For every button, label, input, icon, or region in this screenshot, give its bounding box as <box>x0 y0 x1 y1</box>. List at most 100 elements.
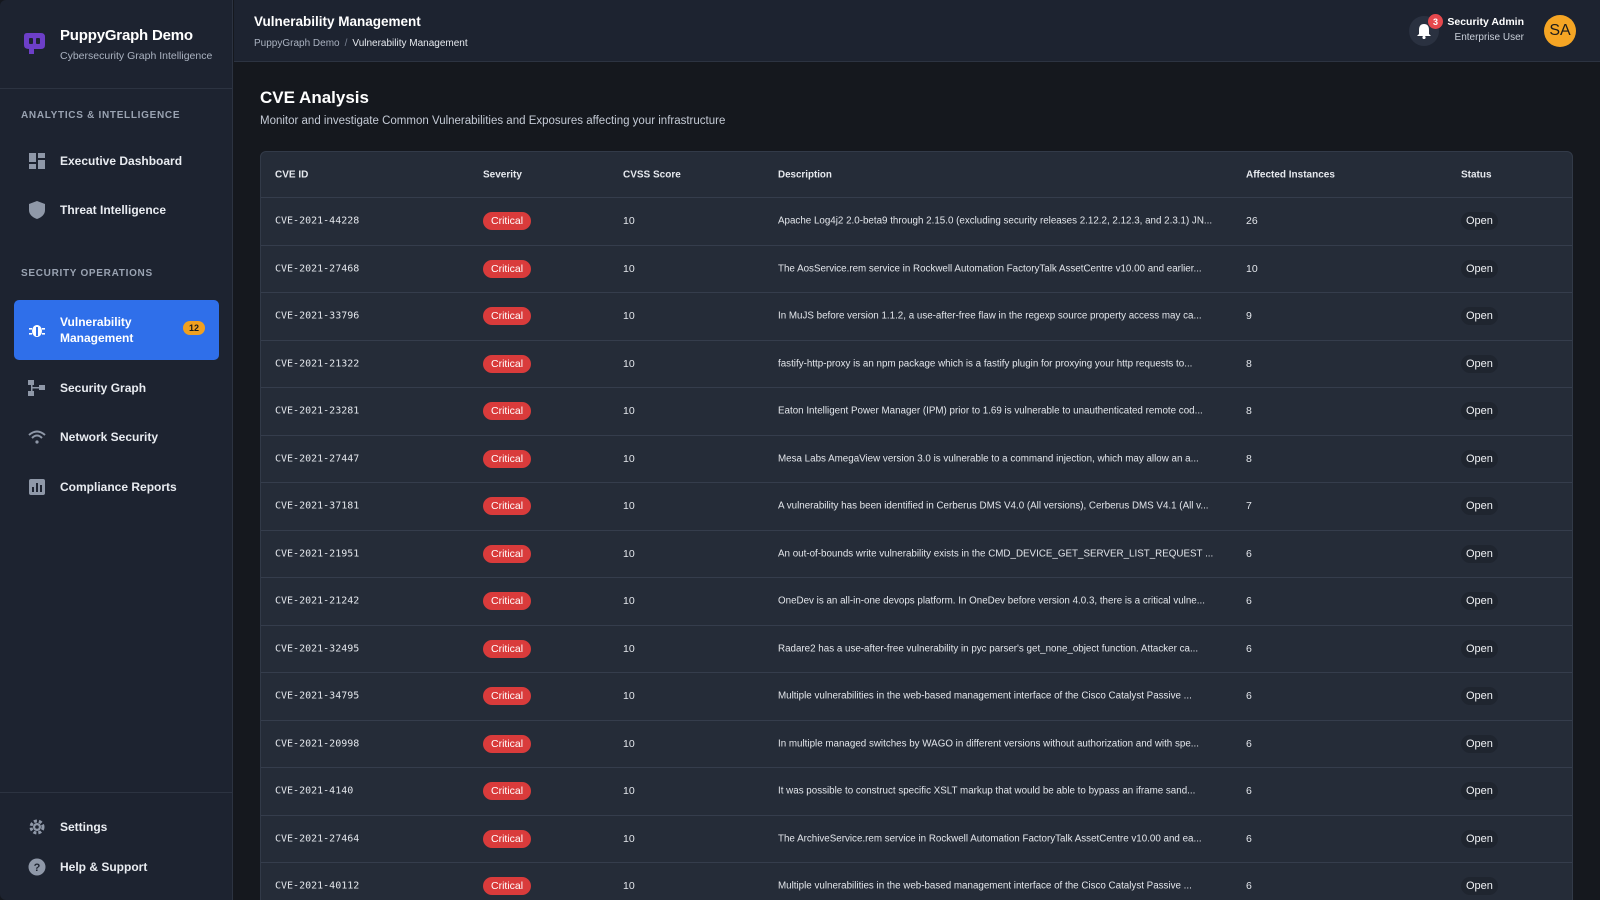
sidebar-item-executive-dashboard[interactable]: Executive Dashboard <box>14 141 219 181</box>
cve-id[interactable]: CVE-2021-23281 <box>275 406 359 417</box>
affected-instances: 7 <box>1246 500 1252 513</box>
table-row[interactable]: CVE-2021-21951 Critical 10 An out-of-bounds… <box>261 531 1572 578</box>
sidebar-item-label: Vulnerability Management <box>60 315 134 345</box>
avatar[interactable]: SA <box>1544 15 1576 47</box>
breadcrumb-separator: / <box>344 38 348 49</box>
status-badge[interactable]: Open <box>1461 829 1498 848</box>
section-label-analytics: ANALYTICS & INTELLIGENCE <box>21 110 181 121</box>
table-row[interactable]: CVE-2021-37181 Critical 10 A vulnerability … <box>261 483 1572 531</box>
sidebar-item-network-security[interactable]: Network Security <box>14 417 219 457</box>
status-cell: Open <box>1461 829 1498 848</box>
cve-id[interactable]: CVE-2021-34795 <box>275 691 359 702</box>
status-badge[interactable]: Open <box>1461 734 1498 753</box>
table-row[interactable]: CVE-2021-21322 Critical 10 fastify-http-pro… <box>261 341 1572 388</box>
severity-cell: Critical <box>483 402 532 421</box>
cve-id[interactable]: CVE-2021-27468 <box>275 263 359 274</box>
description: fastify-http-proxy is an npm package whi… <box>778 358 1193 370</box>
status-badge[interactable]: Open <box>1461 402 1498 421</box>
status-badge[interactable]: Open <box>1461 544 1498 563</box>
status-badge[interactable]: Open <box>1461 212 1498 231</box>
cve-id[interactable]: CVE-2021-21951 <box>275 548 359 559</box>
column-header-affected-instances[interactable]: Affected Instances <box>1246 169 1335 180</box>
status-badge[interactable]: Open <box>1461 307 1498 326</box>
status-badge[interactable]: Open <box>1461 687 1498 706</box>
table-row[interactable]: CVE-2021-32495 Critical 10 Radare2 has a us… <box>261 626 1572 673</box>
cve-id[interactable]: CVE-2021-21242 <box>275 596 359 607</box>
cve-id[interactable]: CVE-2021-27447 <box>275 453 359 464</box>
table-row[interactable]: CVE-2021-34795 Critical 10 Multiple vulnera… <box>261 673 1572 721</box>
sidebar-item-label: Executive Dashboard <box>60 154 183 168</box>
table-row[interactable]: CVE-2021-27468 Critical 10 The AosService.r… <box>261 246 1572 293</box>
column-header-cvss-score[interactable]: CVSS Score <box>623 169 681 180</box>
notification-count-badge: 3 <box>1428 14 1443 29</box>
status-badge[interactable]: Open <box>1461 639 1498 658</box>
sidebar-item-help-support[interactable]: ? Help & Support <box>14 847 219 887</box>
table-row[interactable]: CVE-2021-27464 Critical 10 The ArchiveServi… <box>261 816 1572 863</box>
column-header-severity[interactable]: Severity <box>483 169 522 180</box>
table-row[interactable]: CVE-2021-33796 Critical 10 In MuJS before v… <box>261 293 1572 341</box>
column-header-status[interactable]: Status <box>1461 169 1492 180</box>
sidebar-item-label: Compliance Reports <box>60 480 177 494</box>
sidebar-item-vulnerability-management[interactable]: Vulnerability Management 12 <box>14 300 219 360</box>
cvss-score: 10 <box>623 737 635 750</box>
affected-instances: 10 <box>1246 262 1258 275</box>
table-row[interactable]: CVE-2021-4140 Critical 10 It was possible t… <box>261 768 1572 816</box>
puppygraph-logo-icon <box>24 33 45 54</box>
table-row[interactable]: CVE-2021-23281 Critical 10 Eaton Intelligen… <box>261 388 1572 436</box>
table-row[interactable]: CVE-2021-20998 Critical 10 In multiple mana… <box>261 721 1572 768</box>
status-cell: Open <box>1461 497 1498 516</box>
severity-cell: Critical <box>483 449 532 468</box>
status-badge[interactable]: Open <box>1461 592 1498 611</box>
severity-cell: Critical <box>483 877 532 896</box>
severity-cell: Critical <box>483 592 532 611</box>
sidebar-item-label: Threat Intelligence <box>60 203 167 217</box>
status-badge[interactable]: Open <box>1461 782 1498 801</box>
column-header-description[interactable]: Description <box>778 169 1220 180</box>
table-row[interactable]: CVE-2021-21242 Critical 10 OneDev is an all… <box>261 578 1572 626</box>
svg-text:?: ? <box>34 862 41 874</box>
severity-badge: Critical <box>483 829 532 848</box>
status-badge[interactable]: Open <box>1461 354 1498 373</box>
table-row[interactable]: CVE-2021-27447 Critical 10 Mesa Labs AmegaV… <box>261 436 1572 483</box>
sidebar-item-compliance-reports[interactable]: Compliance Reports <box>14 467 219 507</box>
severity-cell: Critical <box>483 497 532 516</box>
cve-id[interactable]: CVE-2021-40112 <box>275 881 359 892</box>
severity-badge: Critical <box>483 782 532 801</box>
column-header-cve-id[interactable]: CVE ID <box>275 169 308 180</box>
cve-id[interactable]: CVE-2021-20998 <box>275 738 359 749</box>
breadcrumb-root[interactable]: PuppyGraph Demo <box>254 38 340 49</box>
cve-id[interactable]: CVE-2021-27464 <box>275 833 359 844</box>
description: Apache Log4j2 2.0-beta9 through 2.15.0 (… <box>778 215 1213 227</box>
severity-cell: Critical <box>483 782 532 801</box>
sidebar-item-settings[interactable]: Settings <box>14 807 219 847</box>
description: Radare2 has a use-after-free vulnerabili… <box>778 643 1199 655</box>
cve-id[interactable]: CVE-2021-33796 <box>275 311 359 322</box>
cve-id[interactable]: CVE-2021-32495 <box>275 643 359 654</box>
graph-icon <box>28 379 46 397</box>
status-cell: Open <box>1461 449 1498 468</box>
status-badge[interactable]: Open <box>1461 497 1498 516</box>
status-cell: Open <box>1461 212 1498 231</box>
status-badge[interactable]: Open <box>1461 259 1498 278</box>
cvss-score: 10 <box>623 547 635 560</box>
description: In MuJS before version 1.1.2, a use-afte… <box>778 310 1202 322</box>
severity-cell: Critical <box>483 212 532 231</box>
sidebar-item-security-graph[interactable]: Security Graph <box>14 368 219 408</box>
status-badge[interactable]: Open <box>1461 449 1498 468</box>
cvss-score: 10 <box>623 405 635 418</box>
brand[interactable]: PuppyGraph Demo Cybersecurity Graph Inte… <box>0 0 232 89</box>
sidebar-item-label: Network Security <box>60 430 159 444</box>
cve-id[interactable]: CVE-2021-4140 <box>275 786 353 797</box>
sidebar-item-label: Settings <box>60 820 108 834</box>
status-badge[interactable]: Open <box>1461 877 1498 896</box>
table-row[interactable]: CVE-2021-40112 Critical 10 Multiple vulnera… <box>261 863 1572 900</box>
cve-id[interactable]: CVE-2021-44228 <box>275 216 359 227</box>
severity-badge: Critical <box>483 307 532 326</box>
cve-id[interactable]: CVE-2021-37181 <box>275 501 359 512</box>
breadcrumb-current: Vulnerability Management <box>352 38 468 49</box>
cve-id[interactable]: CVE-2021-21322 <box>275 358 359 369</box>
description: Mesa Labs AmegaView version 3.0 is vulne… <box>778 453 1199 465</box>
cvss-score: 10 <box>623 500 635 513</box>
table-row[interactable]: CVE-2021-44228 Critical 10 Apache Log4j2 2.… <box>261 198 1572 246</box>
sidebar-item-threat-intelligence[interactable]: Threat Intelligence <box>14 190 219 230</box>
